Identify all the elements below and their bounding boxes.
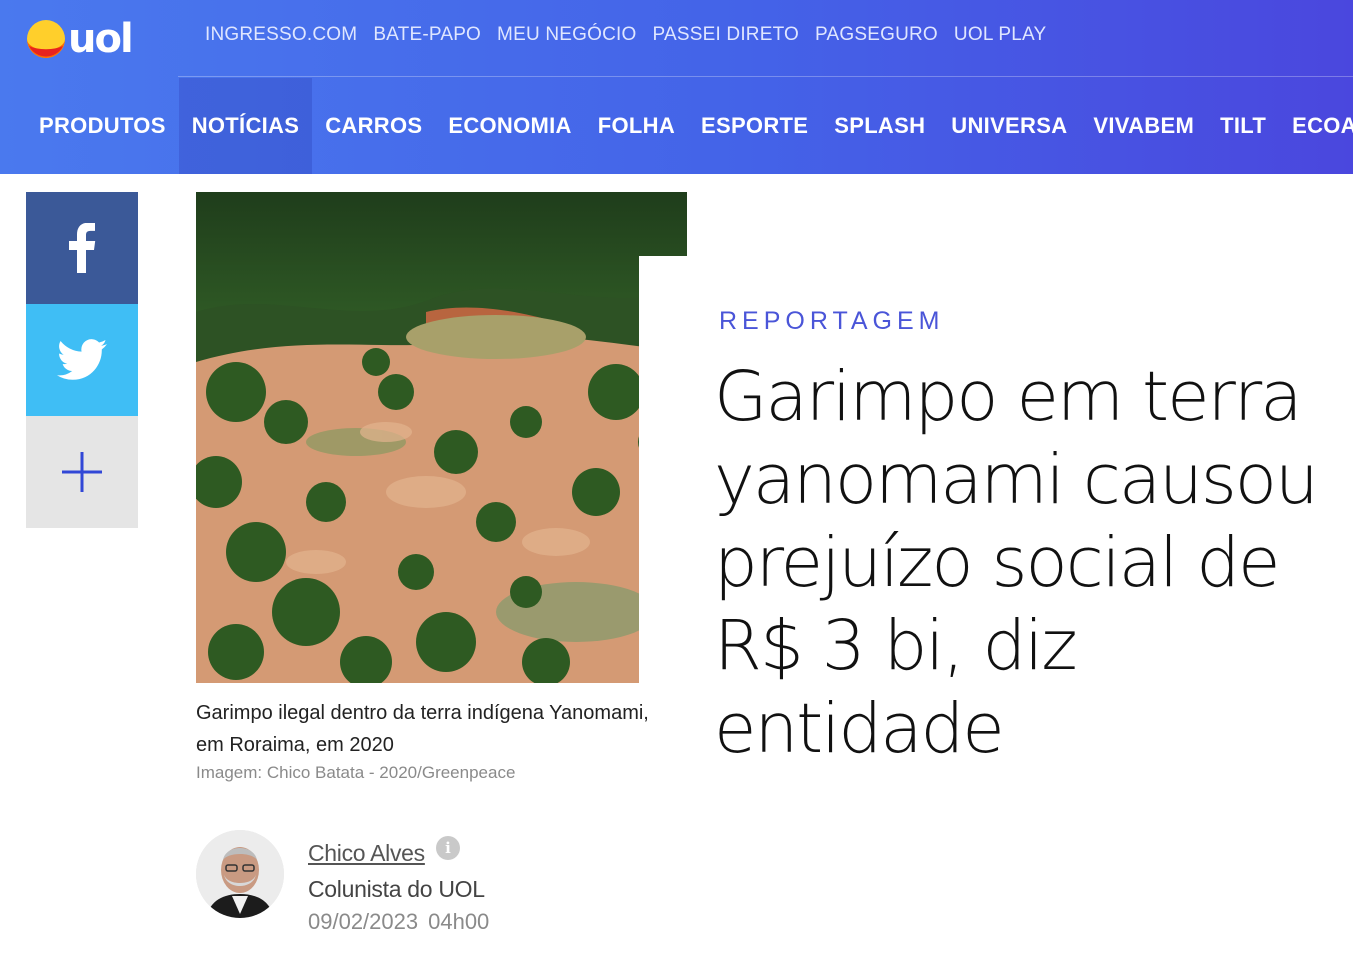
nav-esporte[interactable]: ESPORTE <box>688 78 821 174</box>
uol-logo-icon <box>26 19 66 59</box>
nav-folha[interactable]: FOLHA <box>585 78 688 174</box>
nav-carros[interactable]: CARROS <box>312 78 435 174</box>
author-avatar[interactable] <box>196 830 284 918</box>
share-facebook-button[interactable] <box>26 192 138 304</box>
image-notch <box>639 256 687 683</box>
site-header: uol INGRESSO.COM BATE-PAPO MEU NEGÓCIO P… <box>0 0 1353 174</box>
top-link-pagseguro[interactable]: PAGSEGURO <box>815 22 938 48</box>
share-twitter-button[interactable] <box>26 304 138 416</box>
top-link-uol-play[interactable]: UOL PLAY <box>954 22 1046 48</box>
author-role: Colunista do UOL <box>308 876 485 902</box>
nav-produtos[interactable]: PRODUTOS <box>26 78 179 174</box>
share-more-button[interactable] <box>26 416 138 528</box>
top-links: INGRESSO.COM BATE-PAPO MEU NEGÓCIO PASSE… <box>205 22 1062 48</box>
publish-time: 04h00 <box>428 909 490 934</box>
nav-tilt[interactable]: TILT <box>1207 78 1279 174</box>
top-link-passei-direto[interactable]: PASSEI DIRETO <box>652 22 799 48</box>
main-nav: PRODUTOS NOTÍCIAS CARROS ECONOMIA FOLHA … <box>26 78 1353 174</box>
nav-universa[interactable]: UNIVERSA <box>938 78 1080 174</box>
plus-icon <box>62 452 102 492</box>
author-name-link[interactable]: Chico Alves <box>308 840 425 867</box>
publish-date: 09/02/2023 <box>308 909 419 934</box>
nav-noticias[interactable]: NOTÍCIAS <box>178 78 313 174</box>
image-caption: Garimpo ilegal dentro da terra indígena … <box>196 702 649 756</box>
nav-economia[interactable]: ECONOMIA <box>435 78 584 174</box>
twitter-icon <box>57 339 107 380</box>
uol-logo[interactable]: uol <box>26 18 141 60</box>
share-bar <box>26 192 138 528</box>
info-icon[interactable]: i <box>436 836 460 860</box>
publish-datetime: 09/02/2023 04h00 <box>308 909 499 935</box>
image-credit: Imagem: Chico Batata - 2020/Greenpeace <box>196 763 516 782</box>
mining-aerial-photo <box>196 192 687 683</box>
header-divider <box>178 76 1353 77</box>
top-link-bate-papo[interactable]: BATE-PAPO <box>373 22 481 48</box>
uol-logo-text: uol <box>68 16 134 62</box>
article-kicker: REPORTAGEM <box>719 307 945 335</box>
nav-splash[interactable]: SPLASH <box>821 78 938 174</box>
facebook-icon <box>69 223 96 273</box>
top-link-ingresso[interactable]: INGRESSO.COM <box>205 22 357 48</box>
top-link-meu-negocio[interactable]: MEU NEGÓCIO <box>497 22 636 48</box>
article-headline: Garimpo em terra yanomami causou prejuíz… <box>714 357 1319 769</box>
nav-vivabem[interactable]: VIVABEM <box>1080 78 1207 174</box>
nav-ecoa[interactable]: ECOA <box>1279 78 1353 174</box>
article-image[interactable] <box>196 192 687 683</box>
